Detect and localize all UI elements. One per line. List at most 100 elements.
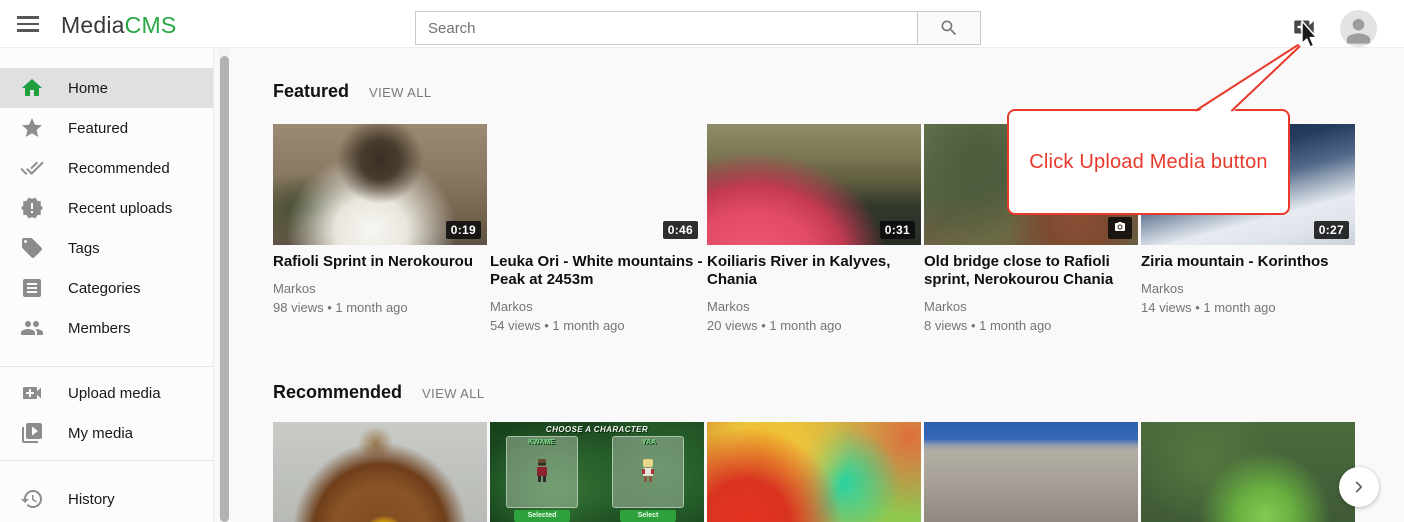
recommended-cards-row: CHOOSE A CHARACTER KWAME YAA Selected Se… [273,422,1355,522]
sidebar-item-members[interactable]: Members [0,308,213,348]
thumbnail-overlay-text: YAA [642,439,656,446]
user-avatar[interactable] [1340,10,1377,47]
media-author[interactable]: Markos [490,299,704,314]
sidebar-item-my-media[interactable]: My media [0,413,213,453]
tag-icon [20,236,44,260]
media-author[interactable]: Markos [1141,281,1355,296]
thumbnail-overlay-button: Select [620,510,676,522]
media-card [273,422,487,522]
media-card: 0:46 Leuka Ori - White mountains - Peak … [490,124,704,333]
sidebar-item-history[interactable]: History [0,479,213,519]
duration-badge: 0:19 [446,221,481,239]
annotation-callout: Click Upload Media button [1007,109,1290,215]
sidebar-item-label: Categories [68,280,141,297]
media-title[interactable]: Leuka Ori - White mountains - Peak at 24… [490,253,704,289]
media-title[interactable]: Old bridge close to Rafioli sprint, Nero… [924,253,1138,289]
home-icon [20,76,44,100]
star-icon [20,116,44,140]
logo-cms: CMS [125,12,177,38]
thumbnail-overlay-text: KWAME [528,439,555,446]
sidebar-item-label: History [68,491,115,508]
sidebar-item-categories[interactable]: Categories [0,268,213,308]
sidebar-item-label: My media [68,425,133,442]
video-call-icon [20,381,44,405]
history-icon [20,487,44,511]
sidebar-divider [0,460,213,461]
search-bar [415,11,981,45]
sidebar-item-home[interactable]: Home [0,68,213,108]
media-meta: 14 views • 1 month ago [1141,300,1355,315]
upload-media-icon[interactable] [1291,14,1317,40]
sidebar-item-label: Members [68,320,131,337]
sidebar-item-upload-media[interactable]: Upload media [0,373,213,413]
sidebar: Home Featured Recommended Recent uploads… [0,48,214,522]
featured-view-all-link[interactable]: VIEW ALL [369,85,431,100]
members-icon [20,316,44,340]
duration-badge: 0:27 [1314,221,1349,239]
sidebar-divider [0,366,213,367]
search-icon [939,18,959,38]
page-scrollbar[interactable] [219,48,229,522]
media-card: 0:19 Rafioli Sprint in Nerokourou Markos… [273,124,487,333]
media-author[interactable]: Markos [707,299,921,314]
video-thumbnail[interactable]: 0:19 [273,124,487,245]
media-author[interactable]: Markos [273,281,487,296]
duration-badge: 0:46 [663,221,698,239]
sidebar-item-recommended[interactable]: Recommended [0,148,213,188]
hamburger-menu-icon[interactable] [15,12,41,36]
media-card [1141,422,1355,522]
mediacms-logo[interactable]: MediaCMS [61,12,176,39]
thumbnail-overlay-text: CHOOSE A CHARACTER [490,425,704,434]
person-icon [1341,13,1376,47]
sidebar-item-label: Recommended [68,160,170,177]
character-sprite [534,458,550,484]
done-all-icon [20,156,44,180]
media-card [924,422,1138,522]
media-meta: 20 views • 1 month ago [707,318,921,333]
featured-section-header: Featured VIEW ALL [273,81,431,102]
media-card: CHOOSE A CHARACTER KWAME YAA Selected Se… [490,422,704,522]
recommended-view-all-link[interactable]: VIEW ALL [422,386,484,401]
sidebar-tertiary-nav: History [0,479,213,519]
categories-icon [20,276,44,300]
new-releases-icon [20,196,44,220]
media-title[interactable]: Ziria mountain - Korinthos [1141,253,1355,271]
sidebar-secondary-nav: Upload media My media [0,373,213,453]
sidebar-item-featured[interactable]: Featured [0,108,213,148]
video-thumbnail[interactable]: 0:31 [707,124,921,245]
search-input[interactable] [415,11,917,45]
chevron-right-icon [1350,478,1368,496]
camera-icon [1108,217,1132,239]
sidebar-item-label: Upload media [68,385,161,402]
sidebar-primary-nav: Home Featured Recommended Recent uploads… [0,68,213,348]
video-thumbnail[interactable]: CHOOSE A CHARACTER KWAME YAA Selected Se… [490,422,704,522]
video-thumbnail[interactable]: 0:46 [490,124,704,245]
section-title-featured: Featured [273,81,349,102]
video-thumbnail[interactable] [707,422,921,522]
recommended-section-header: Recommended VIEW ALL [273,382,485,403]
search-button[interactable] [917,11,981,45]
video-thumbnail[interactable] [924,422,1138,522]
sidebar-item-recent-uploads[interactable]: Recent uploads [0,188,213,228]
thumbnail-overlay-button: Selected [514,510,570,522]
media-title[interactable]: Rafioli Sprint in Nerokourou [273,253,487,271]
sidebar-item-label: Featured [68,120,128,137]
video-library-icon [20,421,44,445]
sidebar-item-label: Home [68,80,108,97]
media-card [707,422,921,522]
video-thumbnail[interactable] [273,422,487,522]
scrollbar-thumb[interactable] [220,56,229,522]
media-meta: 98 views • 1 month ago [273,300,487,315]
media-meta: 54 views • 1 month ago [490,318,704,333]
annotation-text: Click Upload Media button [1029,151,1267,174]
next-page-button[interactable] [1339,467,1379,507]
media-title[interactable]: Koiliaris River in Kalyves, Chania [707,253,921,289]
sidebar-item-tags[interactable]: Tags [0,228,213,268]
media-author[interactable]: Markos [924,299,1138,314]
mediacms-page: MediaCMS Home Featured Re [0,0,1404,522]
top-bar: MediaCMS [0,0,1404,48]
section-title-recommended: Recommended [273,382,402,403]
sidebar-item-label: Tags [68,240,100,257]
logo-media: Media [61,12,125,38]
video-thumbnail[interactable] [1141,422,1355,522]
